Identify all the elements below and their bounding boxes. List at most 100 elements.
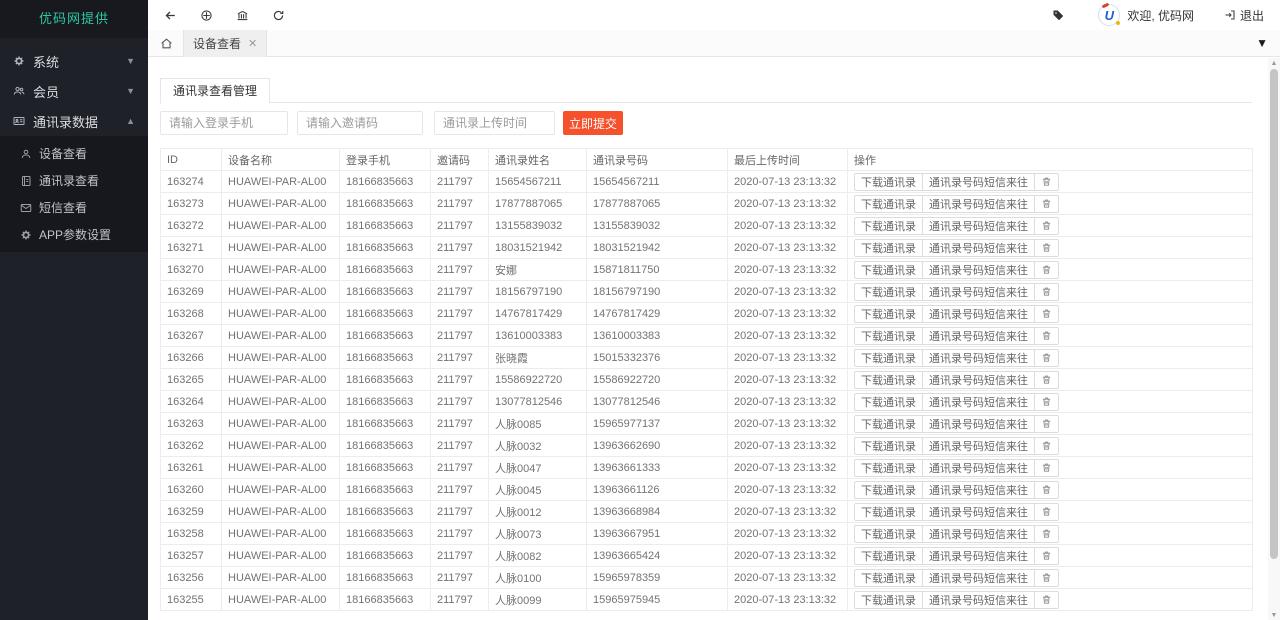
close-icon[interactable]: ✕ bbox=[248, 37, 257, 50]
home-icon[interactable] bbox=[160, 37, 173, 50]
sms-history-button[interactable]: 通讯录号码短信来往 bbox=[923, 218, 1035, 234]
download-contacts-button[interactable]: 下载通讯录 bbox=[855, 592, 923, 608]
sms-history-button[interactable]: 通讯录号码短信来往 bbox=[923, 438, 1035, 454]
trash-icon[interactable] bbox=[1035, 350, 1058, 366]
download-contacts-button[interactable]: 下载通讯录 bbox=[855, 504, 923, 520]
trash-icon[interactable] bbox=[1035, 460, 1058, 476]
cell-actions: 下载通讯录 通讯录号码短信来往 bbox=[848, 523, 1253, 545]
download-contacts-button[interactable]: 下载通讯录 bbox=[855, 218, 923, 234]
trash-icon[interactable] bbox=[1035, 548, 1058, 564]
download-contacts-button[interactable]: 下载通讯录 bbox=[855, 438, 923, 454]
trash-icon[interactable] bbox=[1035, 482, 1058, 498]
sms-history-button[interactable]: 通讯录号码短信来往 bbox=[923, 394, 1035, 410]
trash-icon[interactable] bbox=[1035, 372, 1058, 388]
download-contacts-button[interactable]: 下载通讯录 bbox=[855, 482, 923, 498]
sidebar-item-members[interactable]: 会员 ▼ bbox=[0, 76, 148, 106]
trash-icon[interactable] bbox=[1035, 240, 1058, 256]
sms-history-button[interactable]: 通讯录号码短信来往 bbox=[923, 570, 1035, 586]
back-icon[interactable] bbox=[164, 9, 177, 22]
scrollbar[interactable]: ▲ ▼ bbox=[1268, 58, 1280, 620]
cell-device: HUAWEI-PAR-AL00 bbox=[222, 545, 340, 567]
trash-icon[interactable] bbox=[1035, 394, 1058, 410]
trash-icon[interactable] bbox=[1035, 262, 1058, 278]
invite-code-input[interactable] bbox=[297, 111, 423, 135]
trash-icon[interactable] bbox=[1035, 174, 1058, 190]
sms-history-button[interactable]: 通讯录号码短信来往 bbox=[923, 372, 1035, 388]
tab-device-view[interactable]: 设备查看 ✕ bbox=[183, 30, 267, 57]
login-phone-input[interactable] bbox=[160, 111, 288, 135]
fullscreen-icon[interactable] bbox=[200, 9, 213, 22]
download-contacts-button[interactable]: 下载通讯录 bbox=[855, 306, 923, 322]
sms-history-button[interactable]: 通讯录号码短信来往 bbox=[923, 482, 1035, 498]
logout-button[interactable]: 退出 bbox=[1224, 7, 1264, 24]
trash-icon[interactable] bbox=[1035, 284, 1058, 300]
tab-contact-view-management[interactable]: 通讯录查看管理 bbox=[160, 78, 270, 104]
sidebar-item-system[interactable]: 系统 ▼ bbox=[0, 46, 148, 76]
sidebar-item-sms-view[interactable]: 短信查看 bbox=[0, 194, 148, 221]
sms-history-button[interactable]: 通讯录号码短信来往 bbox=[923, 284, 1035, 300]
refresh-icon[interactable] bbox=[272, 9, 285, 22]
sidebar-item-app-settings[interactable]: APP参数设置 bbox=[0, 221, 148, 248]
sms-history-button[interactable]: 通讯录号码短信来往 bbox=[923, 196, 1035, 212]
sms-history-button[interactable]: 通讯录号码短信来往 bbox=[923, 240, 1035, 256]
download-contacts-button[interactable]: 下载通讯录 bbox=[855, 394, 923, 410]
download-contacts-button[interactable]: 下载通讯录 bbox=[855, 196, 923, 212]
download-contacts-button[interactable]: 下载通讯录 bbox=[855, 372, 923, 388]
sms-history-button[interactable]: 通讯录号码短信来往 bbox=[923, 526, 1035, 542]
sms-history-button[interactable]: 通讯录号码短信来往 bbox=[923, 350, 1035, 366]
trash-icon[interactable] bbox=[1035, 196, 1058, 212]
sms-history-button[interactable]: 通讯录号码短信来往 bbox=[923, 262, 1035, 278]
trash-icon[interactable] bbox=[1035, 570, 1058, 586]
download-contacts-button[interactable]: 下载通讯录 bbox=[855, 416, 923, 432]
sms-history-button[interactable]: 通讯录号码短信来往 bbox=[923, 416, 1035, 432]
sms-history-button[interactable]: 通讯录号码短信来往 bbox=[923, 592, 1035, 608]
trash-icon[interactable] bbox=[1035, 218, 1058, 234]
avatar[interactable]: U bbox=[1098, 4, 1120, 26]
trash-icon[interactable] bbox=[1035, 592, 1058, 608]
sms-history-button[interactable]: 通讯录号码短信来往 bbox=[923, 460, 1035, 476]
scroll-up-arrow[interactable]: ▲ bbox=[1268, 58, 1280, 68]
download-contacts-button[interactable]: 下载通讯录 bbox=[855, 284, 923, 300]
trash-icon[interactable] bbox=[1035, 306, 1058, 322]
download-contacts-button[interactable]: 下载通讯录 bbox=[855, 570, 923, 586]
cell-id: 163269 bbox=[161, 281, 222, 303]
sms-history-button[interactable]: 通讯录号码短信来往 bbox=[923, 306, 1035, 322]
submit-button[interactable]: 立即提交 bbox=[563, 111, 623, 135]
sidebar-item-device-view[interactable]: 设备查看 bbox=[0, 140, 148, 167]
sms-history-button[interactable]: 通讯录号码短信来往 bbox=[923, 174, 1035, 190]
download-contacts-button[interactable]: 下载通讯录 bbox=[855, 460, 923, 476]
upload-time-input[interactable] bbox=[434, 111, 555, 135]
download-contacts-button[interactable]: 下载通讯录 bbox=[855, 328, 923, 344]
cell-actions: 下载通讯录 通讯录号码短信来往 bbox=[848, 369, 1253, 391]
download-contacts-button[interactable]: 下载通讯录 bbox=[855, 262, 923, 278]
sms-history-button[interactable]: 通讯录号码短信来往 bbox=[923, 548, 1035, 564]
sidebar-item-label: APP参数设置 bbox=[39, 226, 111, 243]
tag-icon[interactable] bbox=[1052, 9, 1064, 21]
trash-icon[interactable] bbox=[1035, 504, 1058, 520]
sms-history-button[interactable]: 通讯录号码短信来往 bbox=[923, 504, 1035, 520]
sidebar-item-contact-data[interactable]: 通讯录数据 ▲ bbox=[0, 106, 148, 136]
sidebar-item-contact-view[interactable]: 通讯录查看 bbox=[0, 167, 148, 194]
cell-last-upload: 2020-07-13 23:13:32 bbox=[728, 545, 848, 567]
scrollbar-thumb[interactable] bbox=[1270, 69, 1278, 559]
download-contacts-button[interactable]: 下载通讯录 bbox=[855, 174, 923, 190]
topbar: U 欢迎, 优码网 退出 bbox=[148, 0, 1280, 30]
home-building-icon[interactable] bbox=[236, 9, 249, 22]
trash-icon[interactable] bbox=[1035, 526, 1058, 542]
cell-invite-code: 211797 bbox=[431, 545, 489, 567]
table-row: 163265 HUAWEI-PAR-AL00 18166835663 21179… bbox=[161, 369, 1253, 391]
trash-icon[interactable] bbox=[1035, 328, 1058, 344]
cell-actions: 下载通讯录 通讯录号码短信来往 bbox=[848, 237, 1253, 259]
scroll-down-arrow[interactable]: ▼ bbox=[1268, 610, 1280, 620]
chevron-down-icon[interactable]: ▼ bbox=[1256, 36, 1268, 50]
download-contacts-button[interactable]: 下载通讯录 bbox=[855, 548, 923, 564]
download-contacts-button[interactable]: 下载通讯录 bbox=[855, 350, 923, 366]
cell-contact-name: 13077812546 bbox=[489, 391, 587, 413]
action-button-group: 下载通讯录 通讯录号码短信来往 bbox=[854, 349, 1059, 367]
trash-icon[interactable] bbox=[1035, 438, 1058, 454]
download-contacts-button[interactable]: 下载通讯录 bbox=[855, 526, 923, 542]
sms-history-button[interactable]: 通讯录号码短信来往 bbox=[923, 328, 1035, 344]
download-contacts-button[interactable]: 下载通讯录 bbox=[855, 240, 923, 256]
cell-actions: 下载通讯录 通讯录号码短信来往 bbox=[848, 589, 1253, 611]
trash-icon[interactable] bbox=[1035, 416, 1058, 432]
